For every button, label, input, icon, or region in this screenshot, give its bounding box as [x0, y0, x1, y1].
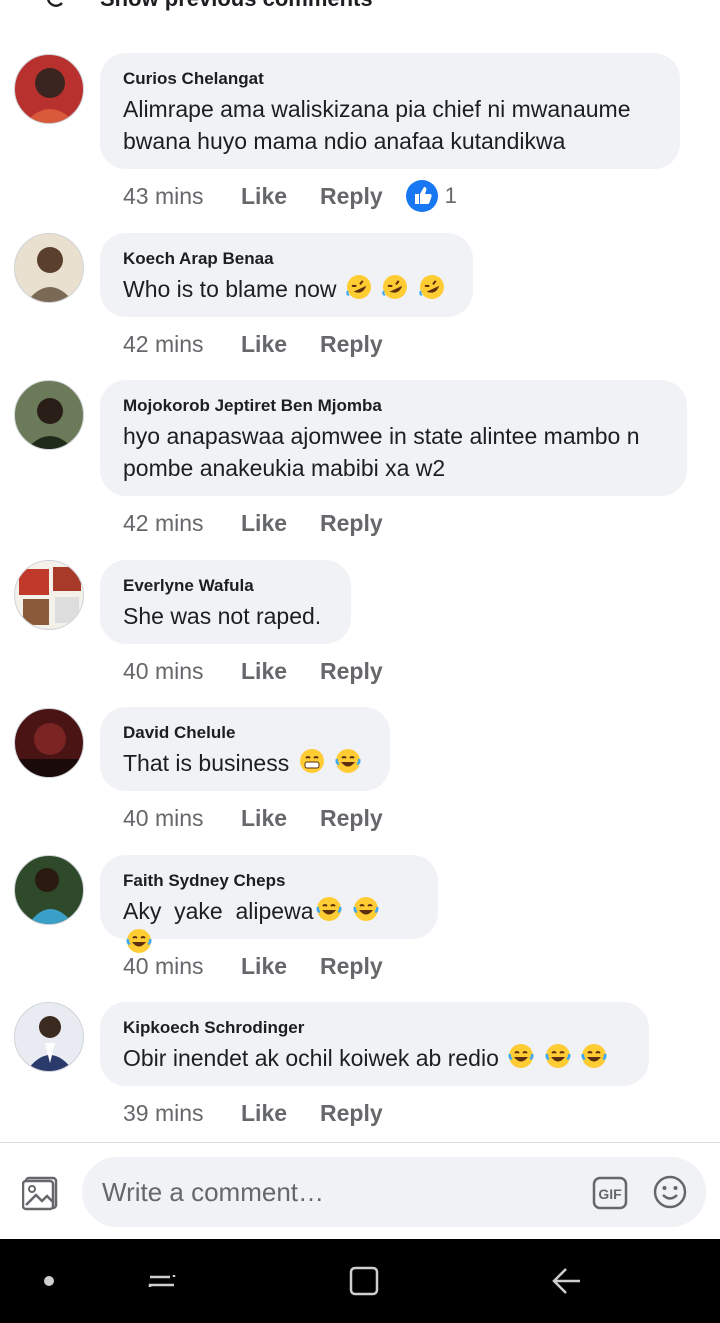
comment-time[interactable]: 43 mins	[123, 183, 241, 210]
back-icon[interactable]	[550, 1265, 582, 1297]
comment-author[interactable]: Faith Sydney Cheps	[123, 871, 415, 891]
show-previous-label: Show previous comments	[100, 0, 373, 12]
comment-author[interactable]: Kipkoech Schrodinger	[123, 1018, 626, 1038]
comment-text: hyo anapaswaa ajomwee in state alintee m…	[123, 423, 640, 481]
reaction-count: 1	[444, 183, 457, 208]
comment-text-row: That is business	[123, 747, 367, 779]
avatar[interactable]	[14, 708, 84, 778]
reply-button[interactable]: Reply	[320, 510, 383, 537]
reaction-summary[interactable]: 1	[405, 179, 457, 213]
emoji-picker-icon[interactable]	[652, 1174, 688, 1210]
comment-author[interactable]: Koech Arap Benaa	[123, 249, 450, 269]
reply-button[interactable]: Reply	[320, 953, 383, 980]
avatar[interactable]	[14, 233, 84, 303]
comment-actions: 43 mins Like Reply 1	[123, 179, 457, 213]
reply-button[interactable]: Reply	[320, 805, 383, 832]
comment-actions: 40 mins Like Reply	[123, 951, 383, 981]
comment-text: She was not raped.	[123, 603, 322, 629]
photo-icon[interactable]	[22, 1175, 60, 1211]
avatar[interactable]	[14, 1002, 84, 1072]
nav-dot-icon[interactable]	[44, 1276, 54, 1286]
grin-sweat-emoji	[299, 749, 324, 773]
comment-bubble[interactable]: Faith Sydney Cheps Aky yake alipewa	[100, 855, 438, 953]
comment-actions: 39 mins Like Reply	[123, 1098, 383, 1128]
comment-author[interactable]: Curios Chelangat	[123, 69, 657, 89]
joy-emoji	[353, 897, 379, 921]
comment-composer: Write a comment… GIF	[0, 1142, 720, 1240]
comment-actions: 40 mins Like Reply	[123, 656, 383, 686]
reply-button[interactable]: Reply	[320, 1100, 383, 1127]
comment-bubble[interactable]: Everlyne Wafula She was not raped.	[100, 560, 351, 644]
reply-button[interactable]: Reply	[320, 183, 383, 210]
like-button[interactable]: Like	[241, 331, 320, 358]
joy-emoji	[545, 1044, 571, 1068]
comment-bubble[interactable]: David Chelule That is business	[100, 707, 390, 791]
comment-bubble[interactable]: Kipkoech Schrodinger Obir inendet ak och…	[100, 1002, 649, 1086]
comment-bubble[interactable]: Koech Arap Benaa Who is to blame now	[100, 233, 473, 317]
comment-actions: 42 mins Like Reply	[123, 329, 383, 359]
reply-button[interactable]: Reply	[320, 658, 383, 685]
comment-text-row: Who is to blame now	[123, 273, 450, 305]
like-reaction-icon	[405, 180, 438, 212]
joy-emoji	[581, 1044, 607, 1068]
like-button[interactable]: Like	[241, 805, 320, 832]
like-button[interactable]: Like	[241, 510, 320, 537]
like-button[interactable]: Like	[241, 1100, 320, 1127]
like-button[interactable]: Like	[241, 183, 320, 210]
joy-emoji	[316, 897, 342, 921]
reply-button[interactable]: Reply	[320, 331, 383, 358]
avatar[interactable]	[14, 54, 84, 124]
avatar[interactable]	[14, 380, 84, 450]
comment-text: Alimrape ama waliskizana pia chief ni mw…	[123, 96, 631, 154]
gif-label: GIF	[598, 1186, 622, 1202]
comment-author[interactable]: Everlyne Wafula	[123, 576, 328, 596]
refresh-icon	[47, 0, 63, 7]
recents-icon[interactable]	[146, 1265, 178, 1297]
comment-text-row: Aky yake alipewa	[123, 895, 415, 959]
comment-text: Who is to blame now	[123, 276, 337, 302]
comment-input-placeholder: Write a comment…	[102, 1177, 325, 1207]
comment-time[interactable]: 40 mins	[123, 658, 241, 685]
show-previous-comments[interactable]: Show previous comments	[0, 0, 720, 12]
comment-text: Obir inendet ak ochil koiwek ab redio	[123, 1045, 499, 1071]
comment-bubble[interactable]: Mojokorob Jeptiret Ben Mjomba hyo anapas…	[100, 380, 687, 496]
comment-time[interactable]: 40 mins	[123, 805, 241, 832]
avatar[interactable]	[14, 855, 84, 925]
comment-actions: 42 mins Like Reply	[123, 508, 383, 538]
joy-emoji	[335, 749, 361, 773]
comment-author[interactable]: Mojokorob Jeptiret Ben Mjomba	[123, 396, 664, 416]
comment-time[interactable]: 40 mins	[123, 953, 241, 980]
rofl-emoji	[382, 275, 408, 299]
comment-actions: 40 mins Like Reply	[123, 803, 383, 833]
system-nav-bar	[0, 1239, 720, 1323]
comment-bubble[interactable]: Curios Chelangat Alimrape ama waliskizan…	[100, 53, 680, 169]
comment-input[interactable]: Write a comment… GIF	[82, 1157, 706, 1227]
like-button[interactable]: Like	[241, 658, 320, 685]
gif-icon[interactable]: GIF	[592, 1176, 628, 1210]
home-icon[interactable]	[348, 1265, 380, 1297]
comment-time[interactable]: 42 mins	[123, 510, 241, 537]
comment-text: Aky yake alipewa	[123, 898, 314, 924]
comment-time[interactable]: 42 mins	[123, 331, 241, 358]
rofl-emoji	[346, 275, 371, 299]
comment-author[interactable]: David Chelule	[123, 723, 367, 743]
comment-time[interactable]: 39 mins	[123, 1100, 241, 1127]
like-button[interactable]: Like	[241, 953, 320, 980]
comment-text-row: Obir inendet ak ochil koiwek ab redio	[123, 1042, 626, 1074]
joy-emoji	[508, 1044, 534, 1068]
comment-text: That is business	[123, 750, 290, 776]
avatar[interactable]	[14, 560, 84, 630]
rofl-emoji	[418, 275, 444, 299]
